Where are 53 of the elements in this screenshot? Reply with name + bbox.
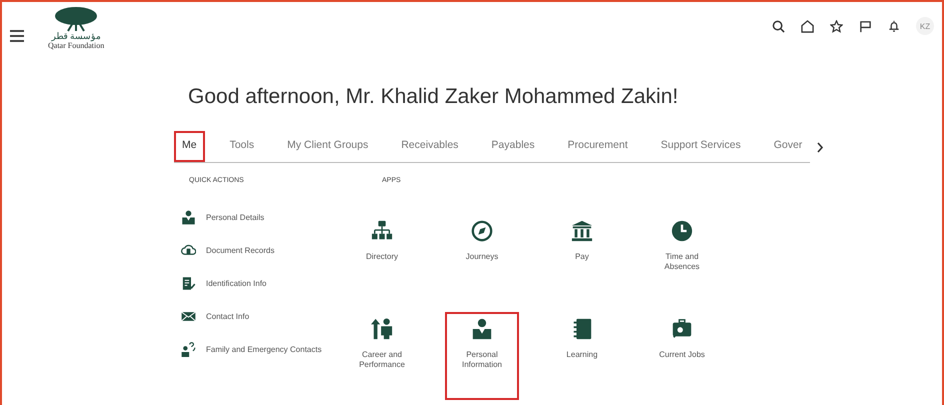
briefcase-search-icon [671,318,693,340]
app-label: Directory [364,252,399,262]
clock-icon [671,220,693,242]
quick-action-link[interactable]: Family and Emergency Contacts [206,345,322,354]
app-label: Journeys [464,252,500,262]
quick-action-link[interactable]: Document Records [206,246,274,255]
nav-tab[interactable]: Receivables [393,131,466,162]
compass-icon [471,220,493,242]
person-icon [471,318,493,340]
bank-icon [571,220,593,242]
app-label: Time and Absences [663,252,701,272]
app-tile[interactable]: Learning [545,312,619,400]
nav-tab[interactable]: Payables [483,131,543,162]
app-label: Career and Performance [358,350,406,370]
people-icon [181,342,196,357]
chevron-right-icon[interactable] [816,142,824,152]
nav-tab[interactable]: Me [174,131,205,162]
app-label: Current Jobs [658,350,706,360]
document-check-icon [181,276,196,291]
nav-tab[interactable]: Support Services [652,131,749,162]
app-tile[interactable]: Time and Absences [645,214,719,302]
app-label: Pay [574,252,590,262]
app-tile[interactable]: Directory [345,214,419,302]
org-chart-icon [371,220,393,242]
envelope-icon [181,309,196,324]
app-label: Personal Information [460,350,504,370]
home-icon[interactable] [801,20,814,32]
tree-logo-icon [54,6,98,32]
notebook-icon [571,318,593,340]
person-icon [181,210,196,225]
quick-action-link[interactable]: Identification Info [206,279,266,288]
flag-icon[interactable] [859,20,872,32]
nav-tab[interactable]: Tools [222,131,262,162]
nav-tab[interactable]: Procurement [560,131,636,162]
greeting-heading: Good afternoon, Mr. Khalid Zaker Mohammed Zakin! [188,85,680,109]
nav-tab[interactable]: Gover [766,131,810,162]
logo-arabic-text: مؤسسة قطر [51,32,101,41]
bell-icon[interactable] [888,20,900,32]
app-tile[interactable]: Career and Performance [345,312,419,400]
app-tile[interactable]: Pay [545,214,619,302]
quick-action-link[interactable]: Personal Details [206,213,264,222]
nav-tab[interactable]: My Client Groups [279,131,376,162]
search-icon[interactable] [772,20,785,32]
app-tile[interactable]: Journeys [445,214,519,302]
app-tile[interactable]: Personal Information [445,312,519,400]
quick-action-link[interactable]: Contact Info [206,312,250,321]
arrow-person-icon [371,318,393,340]
cloud-document-icon [181,243,196,258]
star-icon[interactable] [830,20,843,32]
app-label: Learning [565,350,599,360]
app-tile[interactable]: Current Jobs [645,312,719,400]
menu-button[interactable] [10,30,24,42]
logo-text: Qatar Foundation [48,41,104,50]
